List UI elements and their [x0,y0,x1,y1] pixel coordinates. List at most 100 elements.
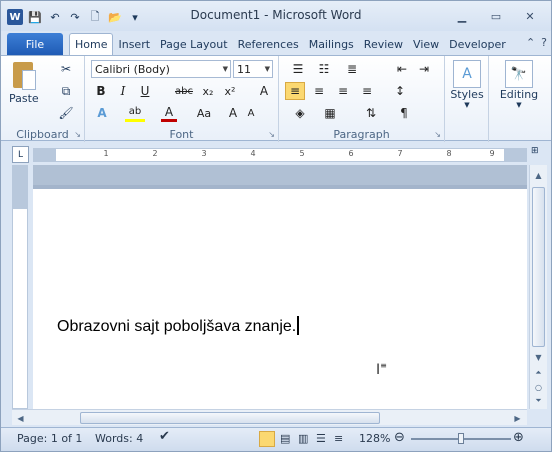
ruler-tick: 6 [348,149,354,158]
borders-icon[interactable]: ▦ [319,104,341,122]
font-size-value: 11 [237,62,251,76]
view-ruler-icon[interactable]: ⊞ [531,146,545,162]
bold-button[interactable]: B [93,82,109,100]
tab-review[interactable]: Review [359,33,408,55]
next-page-icon[interactable]: ⏷ [530,393,547,409]
scroll-right-icon[interactable]: ▶ [509,410,526,426]
align-center-icon[interactable]: ≡ [309,82,329,100]
numbering-icon[interactable]: ☷ [313,60,335,78]
ruler-tick: 2 [152,149,158,158]
document-page[interactable]: Obrazovni sajt poboljšava znanje. I≡ [33,189,527,409]
bullets-icon[interactable]: ☰ [287,60,309,78]
italic-button[interactable]: I [115,82,131,100]
chevron-down-icon: ▼ [516,101,522,109]
paragraph-launcher-icon[interactable]: ↘ [434,130,441,139]
vertical-ruler[interactable] [12,165,28,409]
minimize-icon[interactable]: ▁ [445,7,479,25]
word-count[interactable]: Words: 4 [95,432,143,445]
sort-icon[interactable]: ⇅ [361,104,381,122]
increase-indent-icon[interactable]: ⇥ [415,60,433,78]
font-group-label: Font [169,128,194,141]
clipboard-launcher-icon[interactable]: ↘ [74,130,81,139]
document-text[interactable]: Obrazovni sajt poboljšava znanje. [57,316,299,336]
grow-font-icon[interactable]: A [225,104,241,122]
print-layout-icon[interactable] [259,431,275,447]
format-painter-icon[interactable]: 🖌 [57,104,75,122]
font-launcher-icon[interactable]: ↘ [268,130,275,139]
zoom-in-icon[interactable]: ⊕ [513,430,524,445]
tab-view[interactable]: View [408,33,444,55]
status-bar: Page: 1 of 1 Words: 4 ✔ ▤ ▥ ☰ ≡ 128% ⊖ ⊕ [1,427,551,451]
tab-selector[interactable]: L [12,146,29,163]
minimize-ribbon-icon[interactable]: ⌃ [526,36,535,49]
tab-insert[interactable]: Insert [113,33,155,55]
proofing-icon[interactable]: ✔ [159,429,170,444]
align-left-icon[interactable]: ≡ [285,82,305,100]
zoom-level[interactable]: 128% [359,432,390,445]
styles-button[interactable]: A Styles ▼ [449,60,485,109]
editing-label: Editing [499,88,539,101]
vertical-scrollbar[interactable]: ▲ ▼ ⏶ ○ ⏷ [529,165,547,409]
shrink-font-icon[interactable]: A [243,104,259,122]
cut-icon[interactable]: ✂ [57,60,75,78]
vertical-scroll-thumb[interactable] [532,187,545,347]
paragraph-group: ☰ ☷ ≣ ⇤ ⇥ ≡ ≡ ≡ ≡ ↕ ◈ ▦ ⇅ ¶ Paragraph ↘ [279,56,445,142]
title-bar: W 💾 ↶ ↷ 🗋 📂 ▾ Document1 - Microsoft Word… [1,1,551,31]
justify-icon[interactable]: ≡ [357,82,377,100]
paste-label: Paste [9,92,39,105]
subscript-button[interactable]: x₂ [199,82,217,100]
superscript-button[interactable]: x² [221,82,239,100]
shading-icon[interactable]: ◈ [289,104,311,122]
font-name-combo[interactable]: Calibri (Body) ▼ [91,60,231,78]
show-marks-icon[interactable]: ¶ [395,104,413,122]
font-color-icon[interactable]: A [161,104,177,122]
multilevel-list-icon[interactable]: ≣ [341,60,363,78]
full-screen-reading-icon[interactable]: ▤ [280,432,290,445]
strikethrough-button[interactable]: abc [173,82,195,100]
change-case-icon[interactable]: Aa [193,104,215,122]
window-controls: ▁ ▭ ✕ [445,7,547,25]
tab-home[interactable]: Home [69,33,114,55]
clipboard-group: Paste ✂ ⧉ 🖌 Clipboard ↘ [1,56,85,142]
scroll-down-icon[interactable]: ▼ [530,349,547,365]
paste-button[interactable]: Paste [9,60,39,105]
align-right-icon[interactable]: ≡ [333,82,353,100]
page-count[interactable]: Page: 1 of 1 [17,432,82,445]
web-layout-icon[interactable]: ▥ [298,432,308,445]
font-size-combo[interactable]: 11 ▼ [233,60,273,78]
tab-mailings[interactable]: Mailings [304,33,359,55]
tab-references[interactable]: References [233,33,304,55]
ruler-tick: 1 [103,149,109,158]
tab-page-layout[interactable]: Page Layout [155,33,233,55]
horizontal-ruler[interactable]: 1 2 3 4 5 6 7 8 9 [33,148,527,162]
scroll-left-icon[interactable]: ◀ [12,410,29,426]
close-icon[interactable]: ✕ [513,7,547,25]
zoom-out-icon[interactable]: ⊖ [394,430,405,445]
tab-developer[interactable]: Developer [444,33,511,55]
help-icon[interactable]: ? [541,36,547,49]
clipboard-group-label: Clipboard [16,128,69,141]
restore-icon[interactable]: ▭ [479,7,513,25]
styles-group: A Styles ▼ [445,56,489,142]
editing-button[interactable]: 🔭 Editing ▼ [493,60,545,109]
text-effects-icon[interactable]: A [93,104,111,122]
ruler-tick: 8 [446,149,452,158]
draft-icon[interactable]: ≡ [334,432,343,445]
zoom-slider-thumb[interactable] [458,433,464,444]
outline-icon[interactable]: ☰ [316,432,326,445]
scroll-up-icon[interactable]: ▲ [530,167,547,183]
ribbon-tab-bar: File Home Insert Page Layout References … [1,31,551,55]
line-spacing-icon[interactable]: ↕ [389,82,411,100]
decrease-indent-icon[interactable]: ⇤ [393,60,411,78]
font-group: Calibri (Body) ▼ 11 ▼ B I U abc x₂ x² A A … [85,56,279,142]
horizontal-scroll-thumb[interactable] [80,412,380,424]
font-name-value: Calibri (Body) [95,62,170,76]
clear-formatting-icon[interactable]: A [255,82,273,100]
copy-icon[interactable]: ⧉ [57,82,75,100]
highlight-icon[interactable]: ab [125,104,145,122]
zoom-slider[interactable] [411,433,511,444]
right-margin-area [504,149,526,161]
underline-button[interactable]: U [137,82,153,100]
file-tab[interactable]: File [7,33,63,55]
horizontal-scrollbar[interactable]: ◀ ▶ [12,409,527,425]
